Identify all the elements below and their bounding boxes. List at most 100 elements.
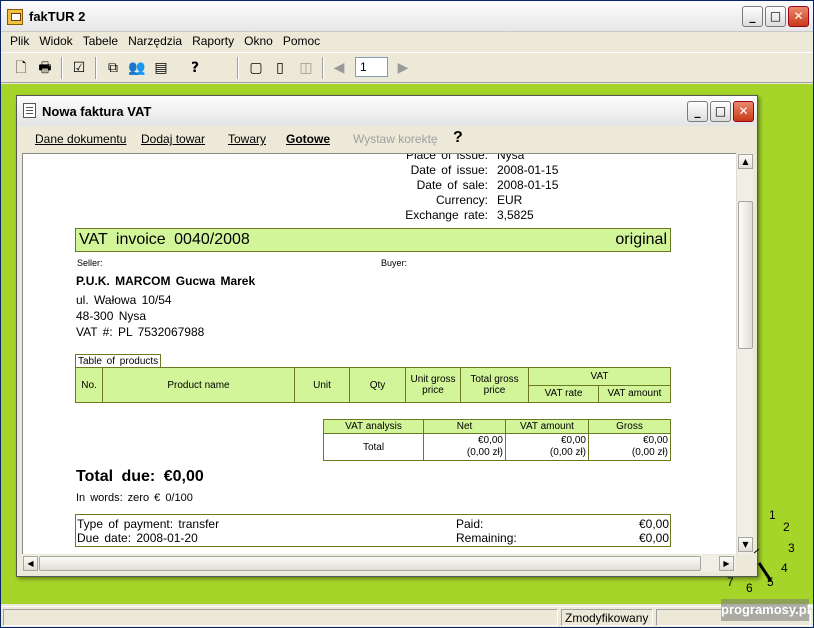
seller-label: Seller: bbox=[77, 258, 103, 268]
invoice-window-titlebar[interactable]: Nowa faktura VAT _ □ ✕ bbox=[17, 96, 757, 126]
two-pages-icon[interactable]: ◫ bbox=[296, 58, 316, 78]
checklist-icon[interactable]: ☑ bbox=[69, 58, 89, 78]
amount-in-words: In words: zero € 0/100 bbox=[76, 492, 193, 504]
col-unit: Unit bbox=[294, 367, 350, 403]
vat-eur: €0,00 bbox=[560, 435, 586, 446]
help-icon[interactable]: ? bbox=[453, 129, 463, 147]
col-vat: VAT bbox=[528, 367, 671, 386]
col-no: No. bbox=[75, 367, 103, 403]
gross-header: Gross bbox=[588, 419, 671, 434]
date-of-sale-value: 2008-01-15 bbox=[497, 178, 559, 192]
vat-total-label: Total bbox=[323, 433, 424, 461]
invoice-copy-label: original bbox=[615, 231, 667, 248]
menubar: Plik Widok Tabele Narzędzia Raporty Okno Pomoc bbox=[5, 32, 325, 50]
app-titlebar[interactable]: fakTUR 2 _ □ ✕ bbox=[1, 1, 813, 32]
tab-dodaj-towar[interactable]: Dodaj towar bbox=[141, 132, 205, 146]
tab-dane-dokumentu[interactable]: Dane dokumentu bbox=[35, 132, 126, 146]
callout-2: 2 bbox=[783, 520, 790, 534]
tab-towary[interactable]: Towary bbox=[228, 132, 266, 146]
page-view-icon[interactable]: ▢ bbox=[246, 58, 266, 78]
invoice-window-title: Nowa faktura VAT bbox=[42, 104, 152, 119]
maximize-button[interactable]: □ bbox=[765, 6, 786, 27]
place-of-issue-label: Place of issue: bbox=[405, 153, 488, 162]
contractors-icon[interactable]: 👥 bbox=[127, 58, 147, 78]
invoice-window: Nowa faktura VAT _ □ ✕ Dane dokumentu Do… bbox=[16, 95, 758, 577]
gross-eur: €0,00 bbox=[642, 435, 668, 446]
scroll-down-icon[interactable]: ▼ bbox=[738, 537, 753, 552]
paid-label: Paid: bbox=[456, 517, 484, 531]
print-icon[interactable]: 🖶 bbox=[35, 58, 55, 78]
vat-pln: (0,00 zł) bbox=[549, 447, 586, 458]
exchange-rate-value: 3,5825 bbox=[497, 208, 534, 222]
next-page-icon[interactable]: ▶ bbox=[393, 58, 413, 78]
callout-1: 1 bbox=[769, 508, 776, 522]
toolbar-separator bbox=[61, 57, 63, 79]
previous-page-icon[interactable]: ◀ bbox=[329, 58, 349, 78]
close-button[interactable]: ✕ bbox=[788, 6, 809, 27]
date-of-issue-label: Date of issue: bbox=[410, 163, 488, 177]
horizontal-scroll-thumb[interactable] bbox=[39, 556, 701, 571]
net-pln: (0,00 zł) bbox=[466, 447, 503, 458]
products-table: No. Product name Unit Qty Unit gross pri… bbox=[75, 367, 671, 403]
vertical-scroll-thumb[interactable] bbox=[738, 201, 753, 349]
horizontal-scrollbar[interactable]: ◀ ▶ bbox=[22, 555, 736, 572]
scroll-left-icon[interactable]: ◀ bbox=[23, 556, 38, 571]
app-title: fakTUR 2 bbox=[29, 9, 86, 24]
menu-tabele[interactable]: Tabele bbox=[78, 32, 123, 50]
callout-pointer-icon bbox=[753, 548, 773, 582]
app-window: fakTUR 2 _ □ ✕ Plik Widok Tabele Narzędzia R… bbox=[0, 0, 814, 628]
col-product-name: Product name bbox=[102, 367, 295, 403]
buyer-label: Buyer: bbox=[381, 258, 408, 268]
callout-3: 3 bbox=[788, 541, 795, 555]
products-icon[interactable]: ▤ bbox=[151, 58, 171, 78]
net-header: Net bbox=[423, 419, 506, 434]
status-modified: Zmodyfikowany bbox=[561, 609, 653, 626]
total-due-value: €0,00 bbox=[163, 468, 204, 485]
help-icon[interactable]: ? bbox=[185, 58, 205, 78]
scroll-right-icon[interactable]: ▶ bbox=[719, 556, 734, 571]
menu-plik[interactable]: Plik bbox=[5, 32, 34, 50]
paid-value: €0,00 bbox=[638, 517, 669, 531]
copy-icon[interactable]: ⧉ bbox=[103, 58, 123, 78]
minimize-button[interactable]: _ bbox=[742, 6, 763, 27]
child-minimize-button[interactable]: _ bbox=[687, 101, 708, 122]
watermark: programosy.pl bbox=[721, 599, 810, 621]
date-of-sale-label: Date of sale: bbox=[416, 178, 488, 192]
vat-total-gross: €0,00 (0,00 zł) bbox=[588, 433, 671, 461]
gross-pln: (0,00 zł) bbox=[631, 447, 668, 458]
statusbar: Zmodyfikowany bbox=[1, 606, 813, 627]
invoice-preview: Place of issue: Nysa Date of issue: 2008… bbox=[22, 153, 736, 554]
menu-raporty[interactable]: Raporty bbox=[187, 32, 239, 50]
place-of-issue-value: Nysa bbox=[497, 153, 525, 162]
child-maximize-button[interactable]: □ bbox=[710, 101, 731, 122]
total-due: Total due: €0,00 bbox=[76, 468, 204, 486]
page-width-icon[interactable]: ▯ bbox=[270, 58, 290, 78]
seller-name: P.U.K. MARCOM Gucwa Marek bbox=[76, 274, 256, 288]
col-unit-gross-price: Unit gross price bbox=[405, 367, 461, 403]
menu-narzedzia[interactable]: Narzędzia bbox=[123, 32, 187, 50]
status-pane-main bbox=[3, 609, 558, 626]
vertical-scrollbar[interactable]: ▲ ▼ bbox=[736, 153, 753, 554]
child-close-button[interactable]: ✕ bbox=[733, 101, 754, 122]
callout-7: 7 bbox=[727, 575, 734, 589]
tab-gotowe[interactable]: Gotowe bbox=[286, 132, 330, 146]
seller-address-line2: 48-300 Nysa bbox=[76, 309, 147, 323]
new-document-icon[interactable]: 🗋 bbox=[11, 58, 31, 78]
toolbar-separator bbox=[237, 57, 239, 79]
menu-okno[interactable]: Okno bbox=[239, 32, 278, 50]
tab-wystaw-korekte[interactable]: Wystaw korektę bbox=[353, 132, 438, 146]
menu-widok[interactable]: Widok bbox=[34, 32, 77, 50]
invoice-title: VAT invoice 0040/2008 bbox=[79, 231, 250, 248]
menu-pomoc[interactable]: Pomoc bbox=[278, 32, 325, 50]
page-number-input[interactable]: 1 bbox=[355, 57, 388, 77]
total-due-label: Total due: bbox=[76, 468, 156, 485]
app-icon bbox=[7, 9, 23, 25]
col-total-gross-price: Total gross price bbox=[460, 367, 529, 403]
col-qty: Qty bbox=[349, 367, 406, 403]
vat-total-vat: €0,00 (0,00 zł) bbox=[505, 433, 589, 461]
toolbar: 🗋 🖶 ☑ ⧉ 👥 ▤ ? ▢ ▯ ◫ ◀ ▶ bbox=[1, 52, 813, 83]
due-date: Due date: 2008-01-20 bbox=[77, 531, 198, 545]
exchange-rate-label: Exchange rate: bbox=[405, 208, 488, 222]
seller-vat-number: VAT #: PL 7532067988 bbox=[76, 325, 205, 339]
scroll-up-icon[interactable]: ▲ bbox=[738, 154, 753, 169]
